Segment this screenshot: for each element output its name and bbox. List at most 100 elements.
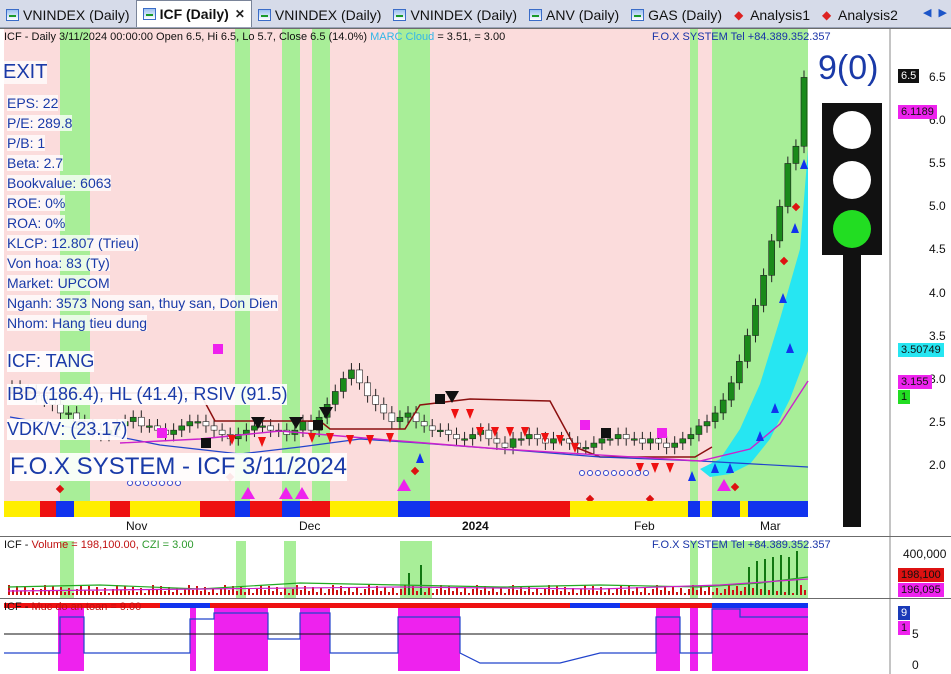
candle-body [356, 369, 363, 384]
price-chart-pane[interactable]: ICF - Daily 3/11/2024 00:00:00 Open 6.5,… [0, 28, 951, 537]
volume-bar [660, 590, 662, 595]
marker-square [435, 394, 445, 404]
volume-bar [236, 591, 238, 595]
fox-contact: F.O.X SYSTEM Tel +84.389.352.357 [652, 31, 831, 43]
safety-level-pane[interactable]: ICF - Muc do an toan = 9.00 5 0 9 1 [0, 598, 951, 674]
volume-bar [228, 590, 230, 595]
tab-4[interactable]: ANV (Daily) [523, 2, 625, 27]
candle-body [485, 429, 493, 440]
candle-body [428, 425, 436, 431]
diamond-marker [151, 480, 157, 486]
status-strip-segment [130, 501, 200, 517]
status-strip-segment [430, 501, 570, 517]
tab-scroll-arrows-icon[interactable]: ◀ ▶ [923, 6, 949, 19]
candle-body [170, 429, 177, 435]
month-label: 2024 [462, 519, 489, 533]
volume-bar [392, 588, 394, 595]
tab-5[interactable]: GAS (Daily) [625, 2, 728, 27]
volume-pane[interactable]: ICF - Volume = 198,100.00, CZI = 3.00 F.… [0, 536, 951, 599]
volume-bar [28, 592, 30, 595]
safety-axis-0: 0 [912, 658, 919, 672]
status-strip-segment [570, 501, 688, 517]
volume-bar [372, 590, 374, 595]
chart-icon [142, 8, 156, 20]
tab-label: VNINDEX (Daily) [274, 6, 382, 23]
price-tick-label: 3.5 [929, 328, 946, 343]
green-signal-zone [398, 29, 430, 501]
volume-bar [624, 590, 626, 595]
volume-bar [800, 585, 802, 595]
candle-body [647, 438, 654, 444]
volume-bar [576, 593, 578, 595]
diamond-marker [619, 470, 625, 476]
tab-label: GAS (Daily) [648, 6, 723, 23]
status-strip-segment [56, 501, 74, 517]
volume-ticker: ICF - [4, 539, 32, 551]
marker-square [580, 420, 590, 430]
candle-body [57, 404, 64, 414]
volume-spike-bar [772, 557, 774, 595]
volume-bar [320, 588, 322, 595]
close-icon[interactable]: ✕ [235, 7, 245, 21]
safety-level-block [300, 607, 330, 671]
candle-body [210, 425, 218, 431]
volume-bar [132, 587, 134, 595]
volume-bar [128, 591, 130, 595]
tab-1[interactable]: ICF (Daily) ✕ [135, 0, 252, 27]
volume-bar [172, 592, 174, 595]
candle-body [517, 438, 525, 441]
volume-bar [272, 591, 274, 595]
month-label: Feb [634, 519, 655, 533]
volume-bar [456, 587, 458, 595]
tab-6[interactable]: ◆ Analysis1 [728, 2, 816, 27]
volume-bar [32, 588, 34, 595]
tab-0[interactable]: VNINDEX (Daily) [0, 2, 136, 27]
candle-body [202, 421, 210, 427]
candle-body [752, 305, 759, 336]
tab-label: VNINDEX (Daily) [23, 6, 130, 23]
volume-bar [628, 586, 630, 595]
volume-bar [472, 589, 474, 595]
diamond-marker [143, 480, 149, 486]
price-tick-label: 2.5 [929, 414, 946, 429]
chart-watermark-title: F.O.X SYSTEM - ICF 3/11/2024 [10, 453, 348, 481]
volume-bar [196, 586, 198, 595]
volume-bar [652, 589, 654, 595]
cloud-value-badge: 3.50749 [898, 343, 944, 357]
candle-body [509, 438, 517, 448]
trend-label: ICF: TANG [7, 351, 95, 372]
volume-bar [336, 590, 338, 595]
candle-body [663, 442, 670, 448]
chart-icon [393, 8, 407, 21]
candle-body [194, 421, 202, 424]
volume-spike-bar [788, 557, 790, 595]
safety-level-block [190, 607, 196, 671]
volume-bar [736, 586, 738, 595]
volume-bar [580, 589, 582, 595]
volume-bar [708, 587, 710, 595]
volume-spike-bar [748, 567, 750, 595]
chart-tab-bar: VNINDEX (Daily) ICF (Daily) ✕ VNINDEX (Dail… [0, 0, 951, 28]
candle-body [469, 434, 476, 440]
price-tick-label: 4.5 [929, 242, 946, 257]
volume-axis-label: 400,000 [903, 547, 947, 561]
volume-bar [612, 593, 614, 595]
tab-3[interactable]: VNINDEX (Daily) [387, 2, 523, 27]
tab-2[interactable]: VNINDEX (Daily) [252, 2, 388, 27]
volume-bar [696, 590, 698, 595]
candle-body [671, 442, 678, 448]
tab-7[interactable]: ◆ Analysis2 [816, 2, 904, 27]
status-strip-segment [330, 501, 398, 517]
volume-bar [740, 591, 742, 595]
candle-body [639, 438, 646, 444]
volume-spike-bar [796, 551, 798, 595]
traffic-light-middle [833, 161, 871, 199]
candle-body [679, 438, 687, 444]
volume-bar [328, 589, 330, 595]
volume-bar [364, 589, 366, 595]
volume-bar [688, 589, 690, 595]
volume-bar [156, 590, 158, 595]
candle-body [445, 429, 452, 435]
candle-body [630, 438, 638, 441]
candle-body [437, 429, 444, 432]
